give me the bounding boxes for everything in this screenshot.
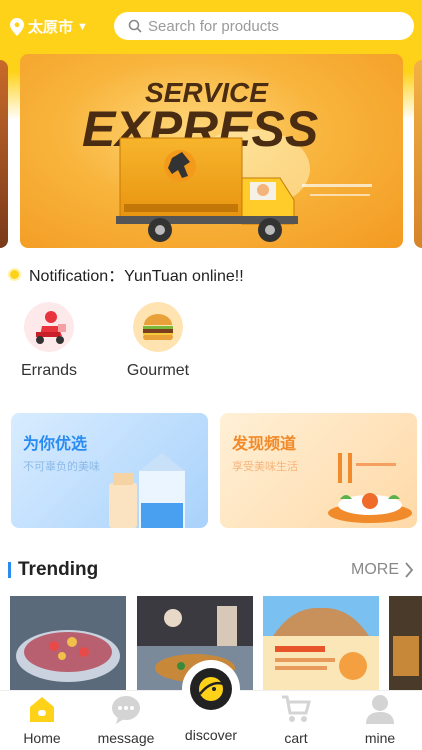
search-placeholder: Search for products [148, 17, 279, 35]
dish-icon [328, 453, 412, 523]
category-gourmet[interactable]: Gourmet [118, 302, 198, 380]
tab-cart[interactable]: cart [254, 691, 338, 750]
promo-card-picks[interactable]: 为你优选 不可辜负的美味 [11, 413, 208, 528]
section-accent-bar [8, 562, 11, 578]
tab-label: mine [364, 730, 396, 746]
trending-item[interactable] [10, 596, 126, 691]
burger-icon [133, 302, 183, 352]
banner-next-slide[interactable] [414, 60, 422, 248]
user-icon [366, 695, 394, 724]
trending-thumbnail-partial [389, 596, 422, 691]
promo-card-discover[interactable]: 发现频道 享受美味生活 [220, 413, 417, 528]
app-page: 太原市 ▼ Search for products SERVICE EXPRES… [0, 0, 422, 750]
tab-label: cart [284, 730, 308, 746]
trending-item[interactable] [389, 596, 422, 691]
tab-message[interactable]: message [84, 691, 168, 750]
category-label: Gourmet [126, 362, 190, 379]
tab-label: Home [23, 730, 61, 746]
notification-bar[interactable]: Notification：YunTuan online!! [10, 262, 244, 286]
banner-illustration: SERVICE EXPRESS [82, 77, 372, 242]
search-input[interactable]: Search for products [114, 12, 414, 40]
trending-title: Trending [8, 559, 98, 581]
tab-mine[interactable]: mine [338, 691, 422, 750]
category-label: Errands [20, 362, 78, 379]
more-link[interactable]: MORE [351, 561, 414, 579]
more-label: MORE [351, 561, 399, 578]
trending-thumbnail-poster [263, 596, 379, 691]
location-pin-icon [10, 17, 24, 36]
discover-icon [190, 668, 232, 710]
home-icon [30, 697, 54, 722]
chevron-down-icon: ▼ [77, 20, 88, 33]
message-icon [112, 696, 140, 724]
city-selector[interactable]: 太原市 ▼ [10, 16, 88, 37]
errand-rider-icon [24, 302, 74, 352]
trending-header: Trending MORE [8, 559, 414, 581]
cart-icon [282, 695, 311, 722]
banner-slide[interactable]: SERVICE EXPRESS [20, 54, 403, 248]
banner-prev-slide[interactable] [0, 60, 8, 248]
chevron-right-icon [405, 562, 414, 578]
promo-title: 为你优选 [23, 436, 88, 453]
tab-home[interactable]: Home [0, 691, 84, 750]
promo-subtitle: 不可辜负的美味 [23, 461, 100, 473]
discover-button[interactable] [182, 660, 240, 718]
milk-carton-icon [109, 453, 185, 528]
tab-label: discover [184, 727, 238, 743]
notification-text: Notification：YunTuan online!! [29, 268, 244, 285]
trending-thumbnail-dessert [10, 596, 126, 691]
trending-title-text: Trending [18, 559, 99, 580]
promo-title: 发现频道 [232, 436, 297, 453]
tab-label: message [97, 730, 155, 746]
notification-dot-icon [10, 269, 19, 279]
trending-item[interactable] [263, 596, 379, 691]
city-label: 太原市 [28, 19, 74, 36]
search-icon [128, 19, 142, 33]
promo-subtitle: 享受美味生活 [232, 461, 298, 473]
category-errands[interactable]: Errands [9, 302, 89, 380]
